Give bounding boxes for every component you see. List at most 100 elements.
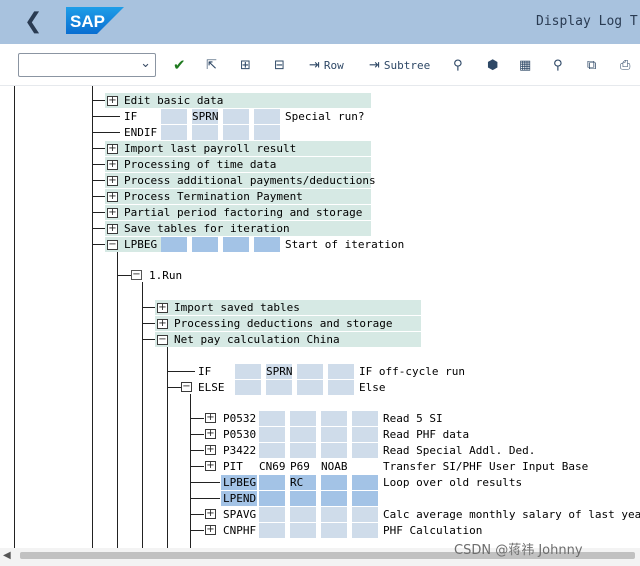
- node-processing-time-data[interactable]: Processing of time data: [124, 157, 276, 172]
- node-run-1[interactable]: 1.Run: [149, 268, 182, 283]
- op-p0532[interactable]: P0532: [223, 411, 256, 426]
- expand-icon[interactable]: +: [107, 144, 118, 154]
- desc-else: Else: [359, 381, 386, 394]
- desc-special-run: Special run?: [285, 110, 365, 123]
- op-else[interactable]: ELSE: [198, 380, 225, 395]
- param-cell: [290, 427, 316, 442]
- node-import-last-payroll[interactable]: Import last payroll result: [124, 141, 296, 156]
- tree-connector: [167, 387, 181, 388]
- select-cursor-icon[interactable]: ⇱: [206, 55, 217, 75]
- param-cell: [321, 427, 347, 442]
- expand-icon[interactable]: +: [205, 461, 216, 471]
- expand-icon[interactable]: +: [157, 319, 168, 329]
- param-cell: [321, 475, 347, 490]
- param-cell: [223, 125, 249, 140]
- collapse-icon[interactable]: −: [181, 382, 192, 392]
- node-save-tables[interactable]: Save tables for iteration: [124, 221, 290, 236]
- param-cell: [254, 237, 280, 252]
- expand-icon[interactable]: +: [107, 96, 118, 106]
- op-pit[interactable]: PIT: [223, 459, 243, 474]
- toolbar: ⌄ ✔ ⇱ ⊞ ⊟ ⇥ Row ⇥ Subtree ⚲ ⬢ ▦ ⚲ ⧉ ⎙: [0, 44, 640, 86]
- back-button[interactable]: ❮: [24, 8, 44, 36]
- node-net-pay-china[interactable]: Net pay calculation China: [174, 332, 340, 347]
- op-cnphf[interactable]: CNPHF: [223, 523, 256, 538]
- subtree-button[interactable]: ⇥ Subtree: [369, 55, 430, 75]
- print-icon[interactable]: ⎙: [620, 55, 630, 75]
- node-import-saved-tables[interactable]: Import saved tables: [174, 300, 300, 315]
- expand-icon[interactable]: +: [205, 525, 216, 535]
- hierarchy-icon[interactable]: ▦: [519, 55, 531, 75]
- command-dropdown[interactable]: ⌄: [18, 53, 156, 77]
- tree-connector: [190, 466, 204, 467]
- tree-connector: [190, 482, 220, 483]
- cube-icon[interactable]: ⬢: [487, 55, 498, 75]
- op-spavg[interactable]: SPAVG: [223, 507, 256, 522]
- op-if: IF: [124, 110, 138, 123]
- collapse-node-icon[interactable]: ⊞: [240, 55, 251, 75]
- tree-connector: [92, 196, 106, 197]
- tree-connector: [117, 275, 131, 276]
- node-edit-basic-data[interactable]: Edit basic data: [124, 93, 223, 108]
- search-icon[interactable]: ⚲: [453, 55, 463, 75]
- expand-icon[interactable]: +: [107, 208, 118, 218]
- param-cell: [259, 523, 285, 538]
- copy-icon[interactable]: ⧉: [587, 55, 596, 75]
- desc-start-iteration: Start of iteration: [285, 238, 405, 251]
- search-next-icon[interactable]: ⚲: [553, 55, 563, 75]
- expand-icon[interactable]: +: [157, 303, 168, 313]
- scroll-left-icon[interactable]: ◀: [3, 550, 11, 561]
- check-icon[interactable]: ✔: [173, 55, 186, 75]
- param-cell: [259, 475, 285, 490]
- param-cell: [192, 125, 218, 140]
- param-cell: [235, 364, 261, 379]
- param-cell: [266, 380, 292, 395]
- node-partial-period[interactable]: Partial period factoring and storage: [124, 205, 362, 220]
- tree-guide-line: [117, 251, 118, 548]
- desc-read-phf: Read PHF data: [383, 428, 470, 441]
- param-cell: [223, 109, 249, 124]
- node-process-additional[interactable]: Process additional payments/deductions: [124, 173, 376, 188]
- expand-icon[interactable]: +: [107, 176, 118, 186]
- param-cell: [290, 523, 316, 538]
- tree-connector: [92, 212, 106, 213]
- tree-guide-line: [14, 86, 15, 548]
- tree-connector: [142, 307, 156, 308]
- tree-connector: [190, 498, 220, 499]
- tree-connector: [92, 148, 106, 149]
- param-cell: [321, 523, 347, 538]
- collapse-icon[interactable]: −: [107, 240, 118, 250]
- param-cell: [352, 475, 378, 490]
- tree-connector: [190, 450, 204, 451]
- op-p3422[interactable]: P3422: [223, 443, 256, 458]
- collapse-icon[interactable]: −: [157, 335, 168, 345]
- expand-node-icon[interactable]: ⊟: [274, 55, 285, 75]
- expand-icon[interactable]: +: [107, 224, 118, 234]
- node-process-termination[interactable]: Process Termination Payment: [124, 189, 303, 204]
- param-cell: [352, 427, 378, 442]
- expand-icon[interactable]: +: [205, 509, 216, 519]
- tree-connector: [92, 132, 120, 133]
- param-cn69: CN69: [259, 460, 286, 473]
- tree-connector: [190, 530, 204, 531]
- row-button[interactable]: ⇥ Row: [309, 55, 344, 75]
- tree-connector: [190, 418, 204, 419]
- op-lpbeg[interactable]: LPBEG: [124, 237, 157, 252]
- row-label: Row: [323, 58, 344, 72]
- expand-icon[interactable]: +: [205, 445, 216, 455]
- node-processing-deductions[interactable]: Processing deductions and storage: [174, 316, 393, 331]
- param-cell: [259, 411, 285, 426]
- folder-open-icon[interactable]: −: [131, 270, 142, 280]
- param-cell: [235, 380, 261, 395]
- expand-icon[interactable]: +: [107, 160, 118, 170]
- desc-off-cycle: IF off-cycle run: [359, 365, 465, 378]
- expand-icon[interactable]: +: [107, 192, 118, 202]
- param-cell: [321, 491, 347, 506]
- param-cell: [352, 491, 378, 506]
- expand-icon[interactable]: +: [205, 413, 216, 423]
- expand-icon[interactable]: +: [205, 429, 216, 439]
- tree-guide-line: [167, 346, 168, 548]
- op-p0530[interactable]: P0530: [223, 427, 256, 442]
- log-tree: + Edit basic data IF SPRN Special run? E…: [0, 86, 640, 548]
- tree-connector: [92, 228, 106, 229]
- chevron-down-icon: ⌄: [140, 56, 151, 71]
